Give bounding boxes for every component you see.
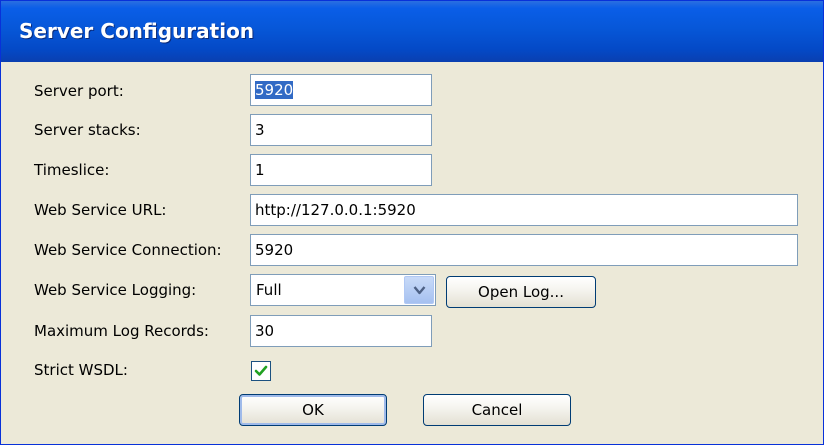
web-service-logging-label: Web Service Logging: — [34, 281, 197, 299]
timeslice-label: Timeslice: — [34, 161, 110, 179]
chevron-down-icon — [413, 286, 426, 295]
server-configuration-dialog: Server Configuration Server port: 5920 S… — [0, 0, 824, 445]
server-stacks-input[interactable]: 3 — [250, 114, 432, 146]
server-stacks-label: Server stacks: — [34, 121, 141, 139]
web-service-url-label: Web Service URL: — [34, 201, 167, 219]
web-service-url-input[interactable]: http://127.0.0.1:5920 — [250, 194, 798, 226]
dropdown-arrow-button[interactable] — [404, 276, 434, 304]
timeslice-input[interactable]: 1 — [250, 154, 432, 186]
web-service-logging-value: Full — [256, 281, 282, 299]
title-bar[interactable]: Server Configuration — [1, 1, 823, 62]
maximum-log-records-input[interactable]: 30 — [250, 315, 432, 347]
web-service-logging-select[interactable]: Full — [250, 274, 436, 306]
strict-wsdl-checkbox[interactable] — [251, 361, 271, 381]
cancel-button[interactable]: Cancel — [423, 394, 571, 426]
ok-button[interactable]: OK — [239, 394, 387, 426]
web-service-connection-label: Web Service Connection: — [34, 241, 222, 259]
server-port-label: Server port: — [34, 82, 124, 100]
server-port-input[interactable]: 5920 — [250, 74, 432, 106]
open-log-button[interactable]: Open Log... — [446, 276, 596, 308]
maximum-log-records-label: Maximum Log Records: — [34, 322, 209, 340]
server-port-value: 5920 — [255, 81, 294, 99]
checkmark-icon — [254, 365, 268, 376]
strict-wsdl-label: Strict WSDL: — [34, 361, 128, 379]
window-title: Server Configuration — [19, 19, 255, 43]
web-service-connection-input[interactable]: 5920 — [250, 234, 798, 266]
